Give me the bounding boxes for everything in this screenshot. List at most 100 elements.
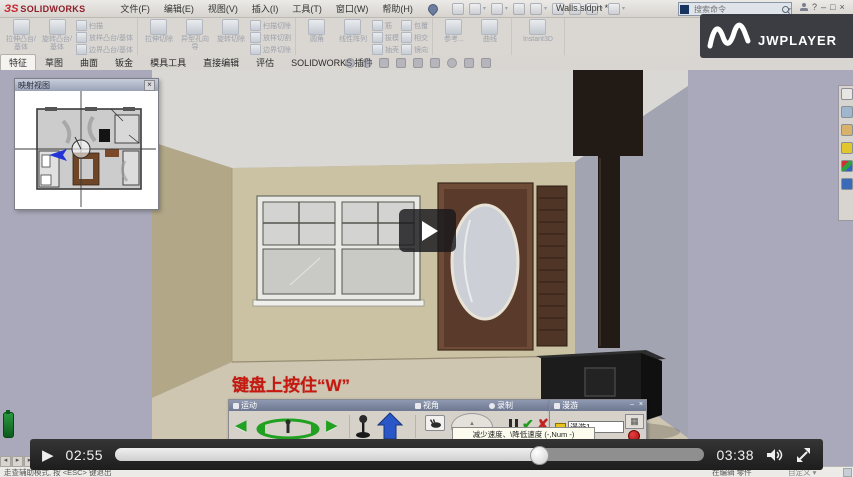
ribbon-intersect[interactable]: 相交 <box>401 32 428 43</box>
zoom-fit-icon[interactable] <box>345 58 355 68</box>
ribbon-curves[interactable]: 曲线 <box>473 19 507 44</box>
video-frame: ЗS SOLIDWORKS 文件(F) 编辑(E) 视图(V) 插入(I) 工具… <box>0 0 853 477</box>
menu-help[interactable]: 帮助(H) <box>375 2 420 15</box>
task-pane-strip <box>838 85 853 221</box>
volume-icon[interactable] <box>766 448 784 462</box>
floor-plan-map[interactable] <box>15 91 156 207</box>
joystick-icon[interactable] <box>355 414 371 439</box>
ribbon-swept-cut[interactable]: 扫描切除 <box>250 20 291 31</box>
options-icon[interactable] <box>608 3 620 15</box>
hide-show-items-icon[interactable] <box>447 58 457 68</box>
ribbon-lofted-boss[interactable]: 放样凸台/基体 <box>76 32 133 43</box>
tab-features[interactable]: 特征 <box>0 54 36 70</box>
ribbon-swept-boss[interactable]: 扫描 <box>76 20 133 31</box>
zoom-area-icon[interactable] <box>362 58 372 68</box>
home-tab-icon[interactable] <box>841 88 853 100</box>
motion-section-label: 运动 <box>241 400 257 411</box>
ribbon-shell[interactable]: 抽壳 <box>372 44 399 55</box>
ribbon-boundary-cut[interactable]: 边界切除 <box>250 44 291 55</box>
ribbon-reference-geometry[interactable]: 参考... <box>437 19 471 44</box>
restore-button[interactable]: □ <box>830 2 835 12</box>
walk-section-header[interactable]: 漫游 – × <box>550 400 646 411</box>
new-document-icon[interactable] <box>469 3 481 15</box>
panel-close-icon[interactable]: × <box>639 401 643 409</box>
ribbon-fillet[interactable]: 圆角 <box>300 19 334 44</box>
open-document-icon[interactable] <box>491 3 503 15</box>
ribbon-revolved-cut[interactable]: 旋转切除 <box>214 19 248 44</box>
speed-rabbit-button[interactable] <box>425 415 445 431</box>
ribbon-hole-wizard[interactable]: 异型孔向导 <box>178 19 212 51</box>
file-explorer-icon[interactable] <box>841 124 853 136</box>
green-marker-icon <box>3 412 14 438</box>
panel-minimize-icon[interactable]: – <box>630 401 634 409</box>
record-section-icon <box>489 403 495 409</box>
ribbon-rib[interactable]: 筋 <box>372 20 399 31</box>
ribbon-instant3d[interactable]: Instant3D <box>516 19 560 44</box>
previous-view-icon[interactable] <box>379 58 389 68</box>
pin-icon[interactable] <box>426 1 440 15</box>
menu-view[interactable]: 视图(V) <box>201 2 245 15</box>
tab-sketch[interactable]: 草图 <box>37 55 71 70</box>
ribbon-wrap[interactable]: 包覆 <box>401 20 428 31</box>
tab-evaluate[interactable]: 评估 <box>248 55 282 70</box>
tutorial-hint-text: 键盘上按住“W” <box>232 371 350 396</box>
menu-window[interactable]: 窗口(W) <box>329 2 376 15</box>
seek-handle[interactable] <box>530 446 549 465</box>
ribbon-extruded-cut[interactable]: 拉伸切除 <box>142 19 176 44</box>
view-palette-icon[interactable] <box>841 142 853 154</box>
ribbon-revolved-boss[interactable]: 旋转凸台/基体 <box>40 19 74 51</box>
fullscreen-icon[interactable] <box>796 448 811 462</box>
tab-sheet-metal[interactable]: 钣金 <box>107 55 141 70</box>
menu-tools[interactable]: 工具(T) <box>285 2 329 15</box>
viewport-tiles-button[interactable]: ▦ <box>625 414 644 429</box>
extruded-boss-icon <box>13 19 30 35</box>
walk-section-label: 漫游 <box>562 400 578 411</box>
map-view-titlebar[interactable]: 映射视图 × <box>15 79 158 91</box>
document-title: Walls.sldprt * <box>556 3 608 13</box>
ribbon-lofted-cut[interactable]: 放样切割 <box>250 32 291 43</box>
seek-bar[interactable] <box>115 448 704 461</box>
statusbar-corner-icon <box>843 468 852 477</box>
boundary-cut-icon <box>250 44 261 55</box>
map-close-icon[interactable]: × <box>144 80 155 91</box>
mirror-icon <box>401 44 412 55</box>
ribbon-linear-pattern[interactable]: 线性阵列 <box>336 19 370 44</box>
display-style-icon[interactable] <box>430 58 440 68</box>
menu-edit[interactable]: 编辑(E) <box>157 2 201 15</box>
appearances-scenes-icon[interactable] <box>841 160 853 172</box>
move-right-button[interactable]: ▶ <box>326 418 338 433</box>
home-icon[interactable] <box>452 3 464 15</box>
move-left-button[interactable]: ◀ <box>235 418 247 433</box>
search-scope-icon[interactable] <box>680 5 689 14</box>
custom-properties-icon[interactable] <box>841 178 853 190</box>
save-icon[interactable] <box>513 3 525 15</box>
ribbon-mirror[interactable]: 镜向 <box>401 44 428 55</box>
section-view-icon[interactable] <box>396 58 406 68</box>
search-icon[interactable] <box>782 6 789 13</box>
view-settings-icon[interactable] <box>481 58 491 68</box>
design-library-icon[interactable] <box>841 106 853 118</box>
turn-control[interactable] <box>255 417 321 439</box>
duration: 03:38 <box>716 447 754 463</box>
tab-direct-editing[interactable]: 直接编辑 <box>195 55 247 70</box>
appearances-icon[interactable] <box>464 58 474 68</box>
tab-surfaces[interactable]: 曲面 <box>72 55 106 70</box>
ribbon-boundary-boss[interactable]: 边界凸台/基体 <box>76 44 133 55</box>
search-input[interactable] <box>692 4 782 15</box>
ribbon-draft[interactable]: 拔模 <box>372 32 399 43</box>
ribbon-extruded-boss[interactable]: 拉伸凸台/基体 <box>4 19 38 51</box>
lofted-boss-icon <box>76 32 87 43</box>
menu-file[interactable]: 文件(F) <box>113 2 157 15</box>
video-play-overlay[interactable] <box>399 209 456 252</box>
minimize-button[interactable]: – <box>821 2 826 12</box>
print-icon[interactable] <box>530 3 542 15</box>
move-up-button[interactable] <box>377 412 403 440</box>
view-orientation-icon[interactable] <box>413 58 423 68</box>
menu-insert[interactable]: 插入(I) <box>245 2 286 15</box>
play-button[interactable]: ▶ <box>42 446 54 464</box>
close-button[interactable]: × <box>839 2 844 12</box>
user-account-icon[interactable] <box>800 3 808 11</box>
walkthrough-header[interactable]: 运动 视角 录制 <box>229 400 549 411</box>
tab-mold-tools[interactable]: 模具工具 <box>142 55 194 70</box>
help-button[interactable]: ? <box>812 2 817 12</box>
